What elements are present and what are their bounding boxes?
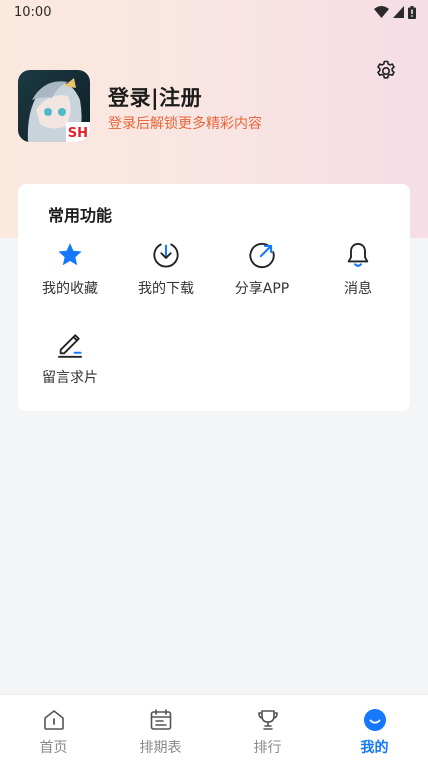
share-icon [249, 242, 275, 269]
tab-ranking[interactable]: 排行 [214, 695, 321, 762]
avatar[interactable]: SH [18, 70, 90, 142]
request-movie-button[interactable]: 留言求片 [22, 329, 118, 393]
share-app-button[interactable]: 分享APP [214, 240, 310, 304]
share-app-label: 分享APP [234, 281, 290, 297]
wifi-icon [374, 6, 389, 18]
smile-icon [363, 709, 386, 731]
home-icon [43, 710, 64, 730]
messages-label: 消息 [344, 281, 372, 297]
cellular-signal-icon [393, 6, 404, 18]
messages-button[interactable]: 消息 [310, 240, 406, 304]
tab-schedule-label: 排期表 [139, 740, 182, 756]
pen-icon [57, 334, 83, 358]
trophy-icon [257, 710, 278, 730]
battery-icon [408, 5, 416, 19]
bell-icon [347, 242, 369, 267]
tab-mine-label: 我的 [360, 740, 389, 756]
status-bar: 10:00 [0, 0, 428, 24]
common-functions-card: 常用功能 我的收藏 我的下载 分享APP 消息 留言求片 [18, 184, 410, 411]
favorites-label: 我的收藏 [42, 281, 98, 297]
favorites-button[interactable]: 我的收藏 [22, 240, 118, 304]
tab-mine[interactable]: 我的 [321, 695, 428, 762]
status-icons [374, 5, 416, 19]
login-subtitle: 登录后解锁更多精彩内容 [108, 116, 262, 132]
tab-home-label: 首页 [39, 740, 68, 756]
tab-ranking-label: 排行 [253, 740, 282, 756]
downloads-label: 我的下载 [138, 281, 194, 297]
status-time: 10:00 [14, 4, 52, 20]
avatar-badge: SH [67, 126, 88, 141]
settings-button[interactable] [373, 58, 399, 84]
downloads-button[interactable]: 我的下载 [118, 240, 214, 304]
request-movie-label: 留言求片 [42, 370, 98, 386]
tab-home[interactable]: 首页 [0, 695, 107, 762]
star-icon [58, 243, 82, 266]
download-icon [153, 243, 179, 268]
gear-icon [377, 60, 395, 79]
card-title: 常用功能 [48, 206, 113, 225]
calendar-icon [150, 709, 171, 730]
tab-schedule[interactable]: 排期表 [107, 695, 214, 762]
bottom-tab-bar: 首页 排期表 排行 我的 [0, 694, 428, 762]
login-register-link[interactable]: 登录|注册 [108, 82, 202, 112]
